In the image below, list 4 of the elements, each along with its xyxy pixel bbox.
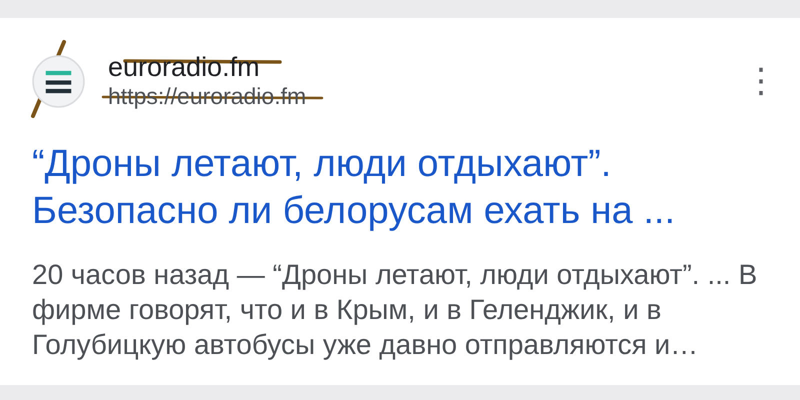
site-logo-icon xyxy=(32,54,85,108)
result-snippet: 20 часов назад — “Дроны летают, люди отдыхают”. ... В фирме говорят, что и в Крым, и в Геленджик, и в Голубицкую автобусы уже давно отправляются и… xyxy=(32,258,758,362)
more-options-button[interactable]: ⋮ xyxy=(740,61,782,101)
result-title-link[interactable]: “Дроны летают, люди отдыхают”. Безопасно ли белорусам ехать на ... xyxy=(32,141,722,235)
